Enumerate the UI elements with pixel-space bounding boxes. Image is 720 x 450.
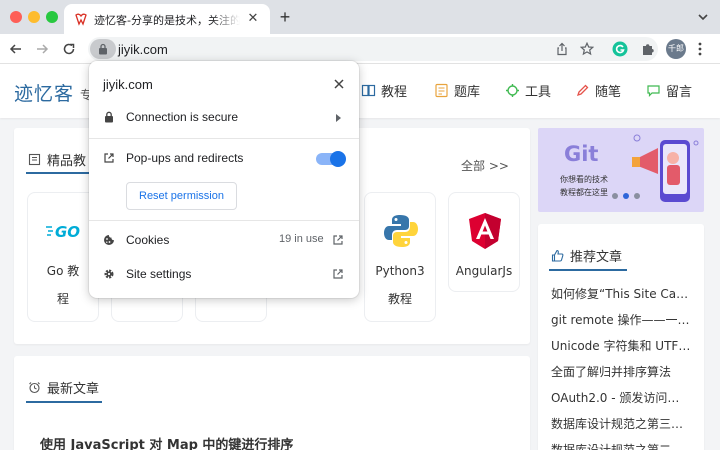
list-item[interactable]: 数据库设计规范之第二范式 (551, 441, 691, 450)
alarm-clock-icon (29, 382, 40, 394)
banner-line-1: 你想看的技术 (560, 174, 608, 184)
tab-title: 迹忆客-分享的是技术，关注的是 (94, 14, 240, 27)
course-name: AngularJs (455, 264, 513, 278)
window-maximize-button[interactable] (46, 11, 58, 23)
course-card-angular[interactable]: AngularJs (448, 192, 520, 292)
featured-title: 精品教 (28, 150, 86, 169)
nav-item-questions[interactable]: 题库 (434, 81, 481, 100)
plus-icon[interactable]: + (276, 8, 294, 26)
latest-title-text: 最新文章 (47, 382, 100, 397)
forward-icon[interactable] (34, 41, 50, 57)
thumbs-up-icon (551, 249, 564, 262)
external-link-icon (333, 235, 343, 245)
list-item[interactable]: 全面了解归并排序算法 (551, 363, 691, 380)
cookie-icon (104, 235, 114, 245)
list-item[interactable]: 如何修复“This Site Can't Be Reached” (551, 285, 691, 302)
angular-icon (469, 213, 501, 249)
close-icon[interactable] (333, 78, 345, 90)
featured-title-underline (26, 172, 96, 174)
address-bar[interactable]: jiyik.com (88, 37, 658, 61)
pen-icon (576, 84, 589, 96)
popups-row: Pop-ups and redirects (89, 149, 359, 169)
latest-title-underline (26, 401, 102, 403)
book-icon (361, 84, 376, 96)
external-window-icon (104, 153, 114, 163)
close-icon[interactable]: ✕ (246, 11, 260, 25)
cookies-label: Cookies (126, 233, 170, 247)
reset-permission-button[interactable]: Reset permission (126, 182, 237, 210)
popups-toggle[interactable] (316, 151, 346, 167)
connection-label: Connection is secure (126, 110, 239, 124)
lock-icon (99, 43, 107, 55)
jiyik-favicon (75, 13, 87, 26)
star-icon[interactable] (580, 42, 594, 56)
nav-item-essays[interactable]: 随笔 (575, 81, 622, 100)
site-settings-row[interactable]: Site settings (89, 265, 359, 285)
promo-banner[interactable]: Git 你想看的技术 教程都在这里 (538, 128, 704, 212)
toggle-knob (330, 151, 346, 167)
external-link-icon (333, 269, 343, 279)
course-card-python[interactable]: Python3 教程 (364, 192, 436, 322)
share-icon[interactable] (555, 42, 569, 56)
nav-label: 留言 (666, 84, 693, 100)
puzzle-icon[interactable] (640, 41, 656, 57)
list-item[interactable]: OAuth2.0 - 颁发访问令牌 (551, 389, 691, 406)
course-name: Go 教 程 (46, 264, 80, 306)
site-info-popup: jiyik.com Connection is secure Pop-ups a… (89, 61, 359, 298)
profile-avatar[interactable]: 千郎 (666, 39, 686, 59)
featured-more-link[interactable]: 全部 >> (461, 157, 509, 174)
nav-label: 题库 (454, 84, 481, 100)
recommended-title-underline (549, 269, 627, 271)
grammarly-icon[interactable] (612, 41, 628, 57)
site-logo[interactable]: 迹忆客 (14, 79, 74, 106)
chevron-down-icon[interactable] (696, 10, 710, 24)
popup-domain: jiyik.com (103, 77, 153, 92)
site-info-button[interactable] (90, 39, 116, 59)
url-text: jiyik.com (118, 42, 168, 57)
window-minimize-button[interactable] (28, 11, 40, 23)
latest-title: 最新文章 (28, 378, 99, 397)
book-icon (28, 153, 41, 166)
nav-label: 教程 (381, 84, 408, 100)
divider (89, 138, 359, 139)
nav-item-tutorials[interactable]: 教程 (361, 81, 408, 100)
connection-row[interactable]: Connection is secure (89, 108, 359, 128)
recommended-title-text: 推荐文章 (570, 250, 623, 265)
cookies-row[interactable]: Cookies 19 in use (89, 231, 359, 251)
notebook-icon (435, 83, 448, 97)
gear-icon (104, 269, 114, 279)
site-settings-label: Site settings (126, 267, 192, 281)
article-link[interactable]: 使用 JavaScript 对 Map 中的键进行排序 (40, 434, 293, 450)
banner-line-2: 教程都在这里 (560, 187, 608, 197)
divider (89, 220, 359, 221)
nav-item-messages[interactable]: 留言 (646, 81, 693, 100)
nav-item-tools[interactable]: 工具 (505, 81, 552, 100)
course-name: Python3 教程 (375, 264, 425, 306)
browser-toolbar: jiyik.com 千郎 (0, 34, 720, 64)
chat-icon (647, 84, 660, 97)
svg-text:GO: GO (55, 223, 80, 241)
python-icon (384, 215, 418, 247)
list-item[interactable]: Unicode 字符集和 UTF-8 编码 (551, 337, 691, 354)
nav-label: 工具 (525, 84, 552, 100)
nav-label: 随笔 (595, 84, 622, 100)
kebab-icon[interactable] (698, 42, 702, 56)
recommended-title: 推荐文章 (551, 246, 622, 265)
list-item[interactable]: 数据库设计规范之第三范式 (551, 415, 691, 432)
list-item[interactable]: git remote 操作——一文搞懂 (551, 311, 691, 328)
back-icon[interactable] (8, 41, 24, 57)
go-icon: GO (46, 223, 80, 241)
banner-heading: Git (564, 142, 598, 166)
cookies-count: 19 in use (279, 233, 324, 245)
banner-illustration: Git 你想看的技术 教程都在这里 (560, 134, 699, 202)
popups-label: Pop-ups and redirects (126, 151, 244, 165)
reload-icon[interactable] (61, 41, 77, 57)
window-close-button[interactable] (10, 11, 22, 23)
chevron-right-icon (336, 114, 341, 122)
featured-title-text: 精品教 (47, 154, 87, 169)
lock-icon (105, 111, 113, 123)
browser-tab[interactable]: 迹忆客-分享的是技术，关注的是 ✕ (64, 4, 270, 34)
tab-strip: 迹忆客-分享的是技术，关注的是 ✕ + (0, 0, 720, 34)
tool-icon (506, 83, 519, 97)
